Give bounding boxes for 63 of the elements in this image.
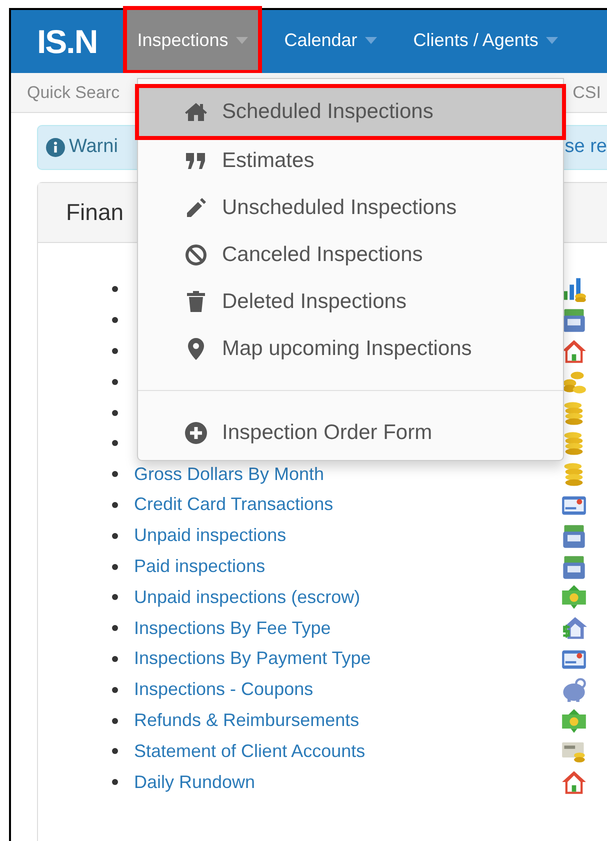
warning-text: se re [564, 135, 607, 160]
caret-icon [236, 36, 248, 44]
house-icon [561, 769, 587, 796]
report-link[interactable]: Inspections By Payment Type [134, 645, 371, 672]
nav-menu-tab[interactable]: Calendar [274, 10, 388, 70]
piggy-bank-icon [561, 676, 587, 703]
bullet [112, 686, 118, 693]
bullet [112, 779, 118, 786]
report-link[interactable]: Inspections By Fee Type [134, 614, 331, 642]
cash-register-icon [561, 522, 587, 549]
bullet [112, 502, 118, 508]
nav-menu-tab[interactable]: Inspections [127, 10, 258, 70]
bullet [112, 378, 118, 385]
logo[interactable]: IS.N [37, 22, 98, 62]
dropdown-item[interactable]: Estimates [138, 137, 563, 184]
bullet [112, 748, 118, 754]
warning-text: Warni [69, 135, 118, 160]
bullet [112, 594, 118, 600]
plus-circle-icon [184, 420, 208, 444]
dropdown-item[interactable]: Scheduled Inspections [138, 87, 563, 137]
nav-link[interactable]: CSI [572, 80, 601, 106]
report-link[interactable]: Unpaid inspections [134, 522, 286, 550]
bullet [112, 440, 118, 446]
ban-icon [184, 242, 208, 266]
panel-title: Finan [66, 198, 124, 228]
report-link[interactable]: Statement of Client Accounts [134, 738, 366, 765]
report-link[interactable]: Unpaid inspections (escrow) [134, 584, 360, 611]
banknote-arrows-icon [561, 708, 587, 734]
bullet [112, 471, 118, 478]
trash-icon [184, 290, 208, 314]
bullet [112, 564, 118, 570]
bullet [112, 348, 118, 354]
caret-icon [546, 36, 558, 44]
nav-menu-tab[interactable]: Clients / Agents [403, 10, 568, 70]
dropdown-item[interactable]: Inspection Order Form [138, 409, 563, 456]
bullet [112, 532, 118, 539]
bullet [112, 718, 118, 724]
banknote-arrows-icon [561, 584, 587, 610]
bullet [112, 286, 118, 292]
dropdown-item[interactable]: Canceled Inspections [138, 231, 563, 278]
home-icon [184, 100, 208, 124]
caret-icon [365, 36, 378, 44]
bullet [112, 317, 118, 324]
info-icon [46, 138, 65, 157]
dollar-house-icon [561, 615, 587, 642]
bullet [112, 625, 118, 632]
report-link[interactable]: Credit Card Transactions [134, 491, 334, 518]
dropdown-item[interactable]: Deleted Inspections [138, 278, 563, 325]
dropdown-item[interactable]: Unscheduled Inspections [138, 184, 563, 231]
bullet [112, 410, 118, 416]
dropdown-item[interactable]: Map upcoming Inspections [138, 325, 563, 372]
cash-register-icon [561, 307, 587, 334]
pencil-icon [184, 196, 208, 220]
bar-chart-coins-icon [561, 276, 587, 302]
report-link[interactable]: Gross Dollars By Month [134, 460, 324, 488]
cash-register-icon [561, 554, 587, 580]
coins-icon [561, 368, 587, 395]
report-link[interactable]: Paid inspections [134, 553, 266, 580]
bullet [112, 656, 118, 662]
report-link[interactable]: Refunds & Reimbursements [134, 707, 360, 734]
report-link[interactable]: Inspections - Coupons [134, 676, 314, 704]
quick-search-link[interactable]: Quick Searc [27, 80, 120, 106]
report-link[interactable]: Daily Rundown [134, 768, 256, 796]
